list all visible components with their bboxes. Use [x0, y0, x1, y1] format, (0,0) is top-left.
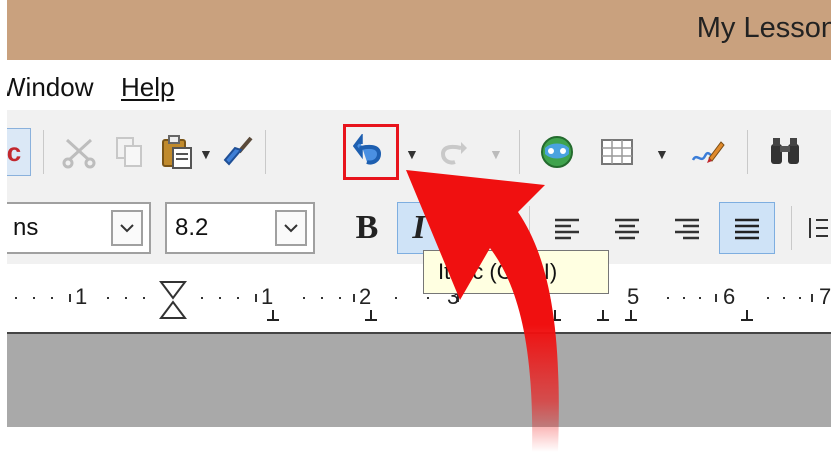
- ruler-label: 2: [359, 284, 372, 309]
- align-left-icon: [555, 218, 579, 240]
- italic-button[interactable]: I: [397, 202, 441, 254]
- italic-tooltip: Italic (Ctrl+I): [423, 250, 609, 294]
- paste-button[interactable]: [157, 132, 197, 172]
- paste-icon: [162, 135, 192, 169]
- table-icon: [601, 139, 633, 165]
- chevron-down-icon: [284, 224, 298, 233]
- toolbar-separator: [265, 130, 266, 174]
- toolbar-separator: [43, 130, 44, 174]
- menu-window[interactable]: Window: [7, 72, 93, 103]
- ruler-label: 5: [627, 284, 640, 309]
- align-left-button[interactable]: [545, 202, 589, 254]
- ruler-label: 6: [723, 284, 736, 309]
- align-right-button[interactable]: [665, 202, 709, 254]
- justify-button[interactable]: [719, 202, 775, 254]
- menu-help[interactable]: Help: [121, 72, 174, 103]
- standard-toolbar: c ▼ ▼ ▼ ▼: [7, 110, 831, 194]
- font-name-dropdown[interactable]: [111, 210, 143, 246]
- draw-icon: [691, 141, 725, 163]
- font-size-box[interactable]: 8.2: [165, 202, 315, 254]
- cut-icon: [62, 138, 96, 169]
- find-button[interactable]: [765, 132, 805, 172]
- align-center-icon: [615, 218, 639, 240]
- table-button[interactable]: [597, 132, 637, 172]
- toolbar-separator: [519, 130, 520, 174]
- navigator-button[interactable]: [537, 132, 577, 172]
- font-size-value: 8.2: [175, 214, 209, 241]
- find-icon: [771, 138, 799, 164]
- font-name-value: ns: [13, 214, 39, 241]
- draw-button[interactable]: [687, 132, 727, 172]
- cut-button[interactable]: [59, 132, 99, 172]
- clear-formatting-button[interactable]: c: [7, 128, 31, 176]
- clear-formatting-icon: c: [7, 136, 22, 167]
- navigator-icon: [541, 136, 573, 168]
- justify-icon: [735, 218, 759, 240]
- font-size-dropdown[interactable]: [275, 210, 307, 246]
- window-title: My Lesson: [696, 12, 831, 44]
- align-center-button[interactable]: [605, 202, 649, 254]
- toolbar-separator: [791, 206, 792, 250]
- toolbar-separator: [529, 206, 530, 250]
- ruler-label: 1: [261, 284, 274, 309]
- line-spacing-icon: [809, 218, 828, 238]
- undo-dropdown-arrow[interactable]: ▼: [405, 146, 419, 162]
- align-right-icon: [675, 218, 699, 240]
- copy-icon: [116, 137, 142, 167]
- paste-dropdown-arrow[interactable]: ▼: [199, 146, 213, 162]
- line-spacing-button[interactable]: [803, 202, 831, 254]
- ruler: 1 1 2 3 4 5 6 7: [7, 264, 831, 334]
- copy-button[interactable]: [109, 132, 149, 172]
- clone-formatting-icon: [223, 136, 253, 166]
- clone-formatting-button[interactable]: [219, 132, 259, 172]
- redo-icon: [440, 142, 467, 165]
- title-bar: My Lesson: [7, 0, 831, 60]
- undo-button[interactable]: [343, 124, 399, 180]
- bold-button[interactable]: B: [345, 202, 389, 254]
- undo-icon: [353, 134, 382, 165]
- table-dropdown-arrow[interactable]: ▼: [655, 146, 669, 162]
- ruler-label: 1: [75, 284, 88, 309]
- ruler-ticks: [15, 281, 813, 321]
- document-area[interactable]: [7, 334, 831, 427]
- redo-button[interactable]: [431, 132, 471, 172]
- toolbar-separator: [747, 130, 748, 174]
- application-window: My Lesson Window Help c ▼ ▼ ▼ ▼ ns 8.2 B…: [7, 0, 831, 427]
- chevron-down-icon: [120, 224, 134, 233]
- ruler-label: 7: [819, 284, 831, 309]
- redo-dropdown-arrow[interactable]: ▼: [489, 146, 503, 162]
- font-name-box[interactable]: ns: [7, 202, 151, 254]
